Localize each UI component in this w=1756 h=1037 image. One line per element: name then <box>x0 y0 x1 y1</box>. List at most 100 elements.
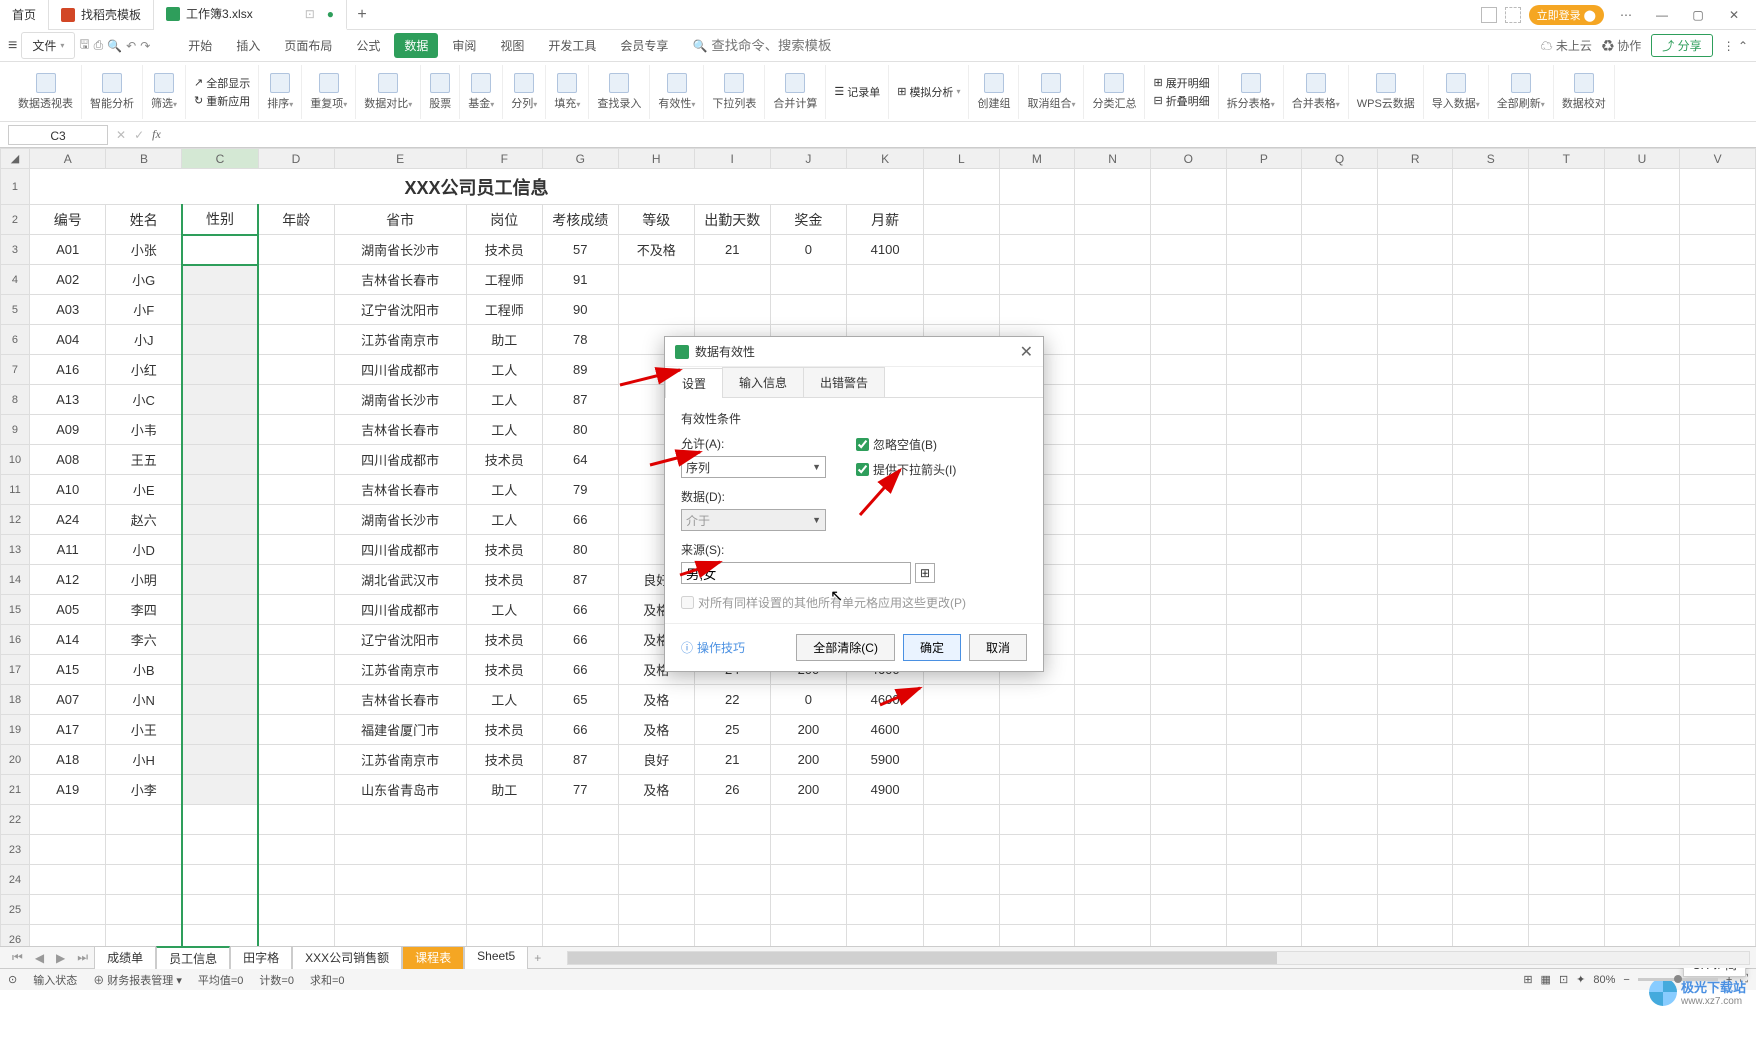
view-normal-icon[interactable]: ⊞ <box>1523 973 1532 986</box>
cell[interactable] <box>770 295 846 325</box>
cell[interactable] <box>182 535 258 565</box>
cell[interactable]: A14 <box>29 625 106 655</box>
cell[interactable]: A05 <box>29 595 106 625</box>
row-header[interactable]: 20 <box>1 745 30 775</box>
grid2-icon[interactable] <box>1505 7 1521 23</box>
ribbon-cloud[interactable]: WPS云数据 <box>1349 65 1424 119</box>
column-header[interactable]: 岗位 <box>466 205 542 235</box>
tab-templates[interactable]: 找稻壳模板 <box>49 0 154 30</box>
options-icon[interactable]: ⋯ <box>1612 3 1640 27</box>
col-A[interactable]: A <box>29 149 106 169</box>
cell[interactable] <box>182 685 258 715</box>
cell[interactable] <box>258 595 334 625</box>
ribbon-pivot[interactable]: 数据透视表 <box>10 65 82 119</box>
cell[interactable]: 5900 <box>847 745 924 775</box>
col-H[interactable]: H <box>618 149 694 169</box>
cell[interactable]: A04 <box>29 325 106 355</box>
row-header[interactable]: 8 <box>1 385 30 415</box>
cell[interactable] <box>182 385 258 415</box>
cell[interactable] <box>258 325 334 355</box>
cell[interactable]: 87 <box>542 745 618 775</box>
cell[interactable]: 工人 <box>466 355 542 385</box>
cell[interactable]: 助工 <box>466 775 542 805</box>
cell[interactable]: A18 <box>29 745 106 775</box>
share-button[interactable]: ⤴ 分享 <box>1651 34 1712 57</box>
cell[interactable]: 技术员 <box>466 745 542 775</box>
cell[interactable] <box>258 715 334 745</box>
column-header[interactable]: 省市 <box>334 205 466 235</box>
cell[interactable]: 200 <box>770 715 846 745</box>
dialog-close-button[interactable]: ✕ <box>1020 342 1033 362</box>
cell[interactable] <box>618 295 694 325</box>
menu-dev[interactable]: 开发工具 <box>538 33 606 58</box>
cell[interactable] <box>182 415 258 445</box>
cell[interactable]: 21 <box>694 235 770 265</box>
cell[interactable] <box>258 265 334 295</box>
tab-menu-icon[interactable]: ⊡ <box>305 7 315 21</box>
cell[interactable] <box>258 505 334 535</box>
cell[interactable]: 25 <box>694 715 770 745</box>
cell[interactable]: 技术员 <box>466 535 542 565</box>
ribbon-form[interactable]: ☰ 记录单 <box>826 65 889 119</box>
zoom-slider[interactable] <box>1638 978 1718 981</box>
cell[interactable]: 小明 <box>106 565 182 595</box>
cell[interactable] <box>182 745 258 775</box>
cell[interactable] <box>258 295 334 325</box>
cell[interactable] <box>182 595 258 625</box>
redo-icon[interactable]: ↷ <box>140 39 150 53</box>
column-header[interactable]: 考核成绩 <box>542 205 618 235</box>
cell[interactable]: 0 <box>770 235 846 265</box>
table-title[interactable]: XXX公司员工信息 <box>29 169 923 205</box>
cell[interactable]: A10 <box>29 475 106 505</box>
cell[interactable]: 辽宁省沈阳市 <box>334 625 466 655</box>
row-header[interactable]: 13 <box>1 535 30 565</box>
cell[interactable]: A11 <box>29 535 106 565</box>
cell[interactable]: 工程师 <box>466 295 542 325</box>
cell[interactable]: 技术员 <box>466 715 542 745</box>
cell[interactable]: 89 <box>542 355 618 385</box>
cell[interactable]: 技术员 <box>466 655 542 685</box>
column-header[interactable]: 编号 <box>29 205 106 235</box>
menu-vip[interactable]: 会员专享 <box>610 33 678 58</box>
cell[interactable]: 及格 <box>618 685 694 715</box>
cell[interactable]: 工人 <box>466 505 542 535</box>
menu-layout[interactable]: 页面布局 <box>274 33 342 58</box>
sheet-tab[interactable]: XXX公司销售额 <box>292 946 402 969</box>
ok-button[interactable]: 确定 <box>903 634 961 661</box>
cell[interactable] <box>694 265 770 295</box>
col-B[interactable]: B <box>106 149 182 169</box>
cell[interactable] <box>258 745 334 775</box>
cell[interactable]: A24 <box>29 505 106 535</box>
coop-button[interactable]: ♻ 协作 <box>1602 37 1641 54</box>
ribbon-detail[interactable]: ⊞ 展开明细⊟ 折叠明细 <box>1145 65 1218 119</box>
cell[interactable]: 李六 <box>106 625 182 655</box>
menu-review[interactable]: 审阅 <box>442 33 486 58</box>
cell[interactable]: 77 <box>542 775 618 805</box>
ribbon-import[interactable]: 导入数据▾ <box>1424 65 1489 119</box>
cell[interactable]: 及格 <box>618 775 694 805</box>
cell[interactable]: 小G <box>106 265 182 295</box>
cell[interactable]: 吉林省长春市 <box>334 475 466 505</box>
cell[interactable] <box>258 355 334 385</box>
cell[interactable]: A08 <box>29 445 106 475</box>
cell[interactable]: A01 <box>29 235 106 265</box>
allow-select[interactable]: 序列▼ <box>681 456 826 478</box>
row-header[interactable]: 21 <box>1 775 30 805</box>
row-header[interactable]: 12 <box>1 505 30 535</box>
cell[interactable]: 良好 <box>618 745 694 775</box>
row-header[interactable]: 5 <box>1 295 30 325</box>
dialog-titlebar[interactable]: 数据有效性 ✕ <box>665 337 1043 367</box>
view-break-icon[interactable]: ⊡ <box>1559 973 1568 986</box>
cell[interactable] <box>770 265 846 295</box>
dialog-tab-settings[interactable]: 设置 <box>665 368 723 398</box>
ribbon-filter-opts[interactable]: ↗ 全部显示↻ 重新应用 <box>186 65 259 119</box>
dialog-tab-input[interactable]: 输入信息 <box>722 367 804 397</box>
cell[interactable]: A17 <box>29 715 106 745</box>
cell[interactable]: 小F <box>106 295 182 325</box>
column-header[interactable]: 等级 <box>618 205 694 235</box>
cell[interactable]: 工人 <box>466 685 542 715</box>
ribbon-fill[interactable]: 填充▾ <box>546 65 589 119</box>
cell[interactable] <box>258 415 334 445</box>
dialog-tab-error[interactable]: 出错警告 <box>803 367 885 397</box>
cell[interactable] <box>182 625 258 655</box>
